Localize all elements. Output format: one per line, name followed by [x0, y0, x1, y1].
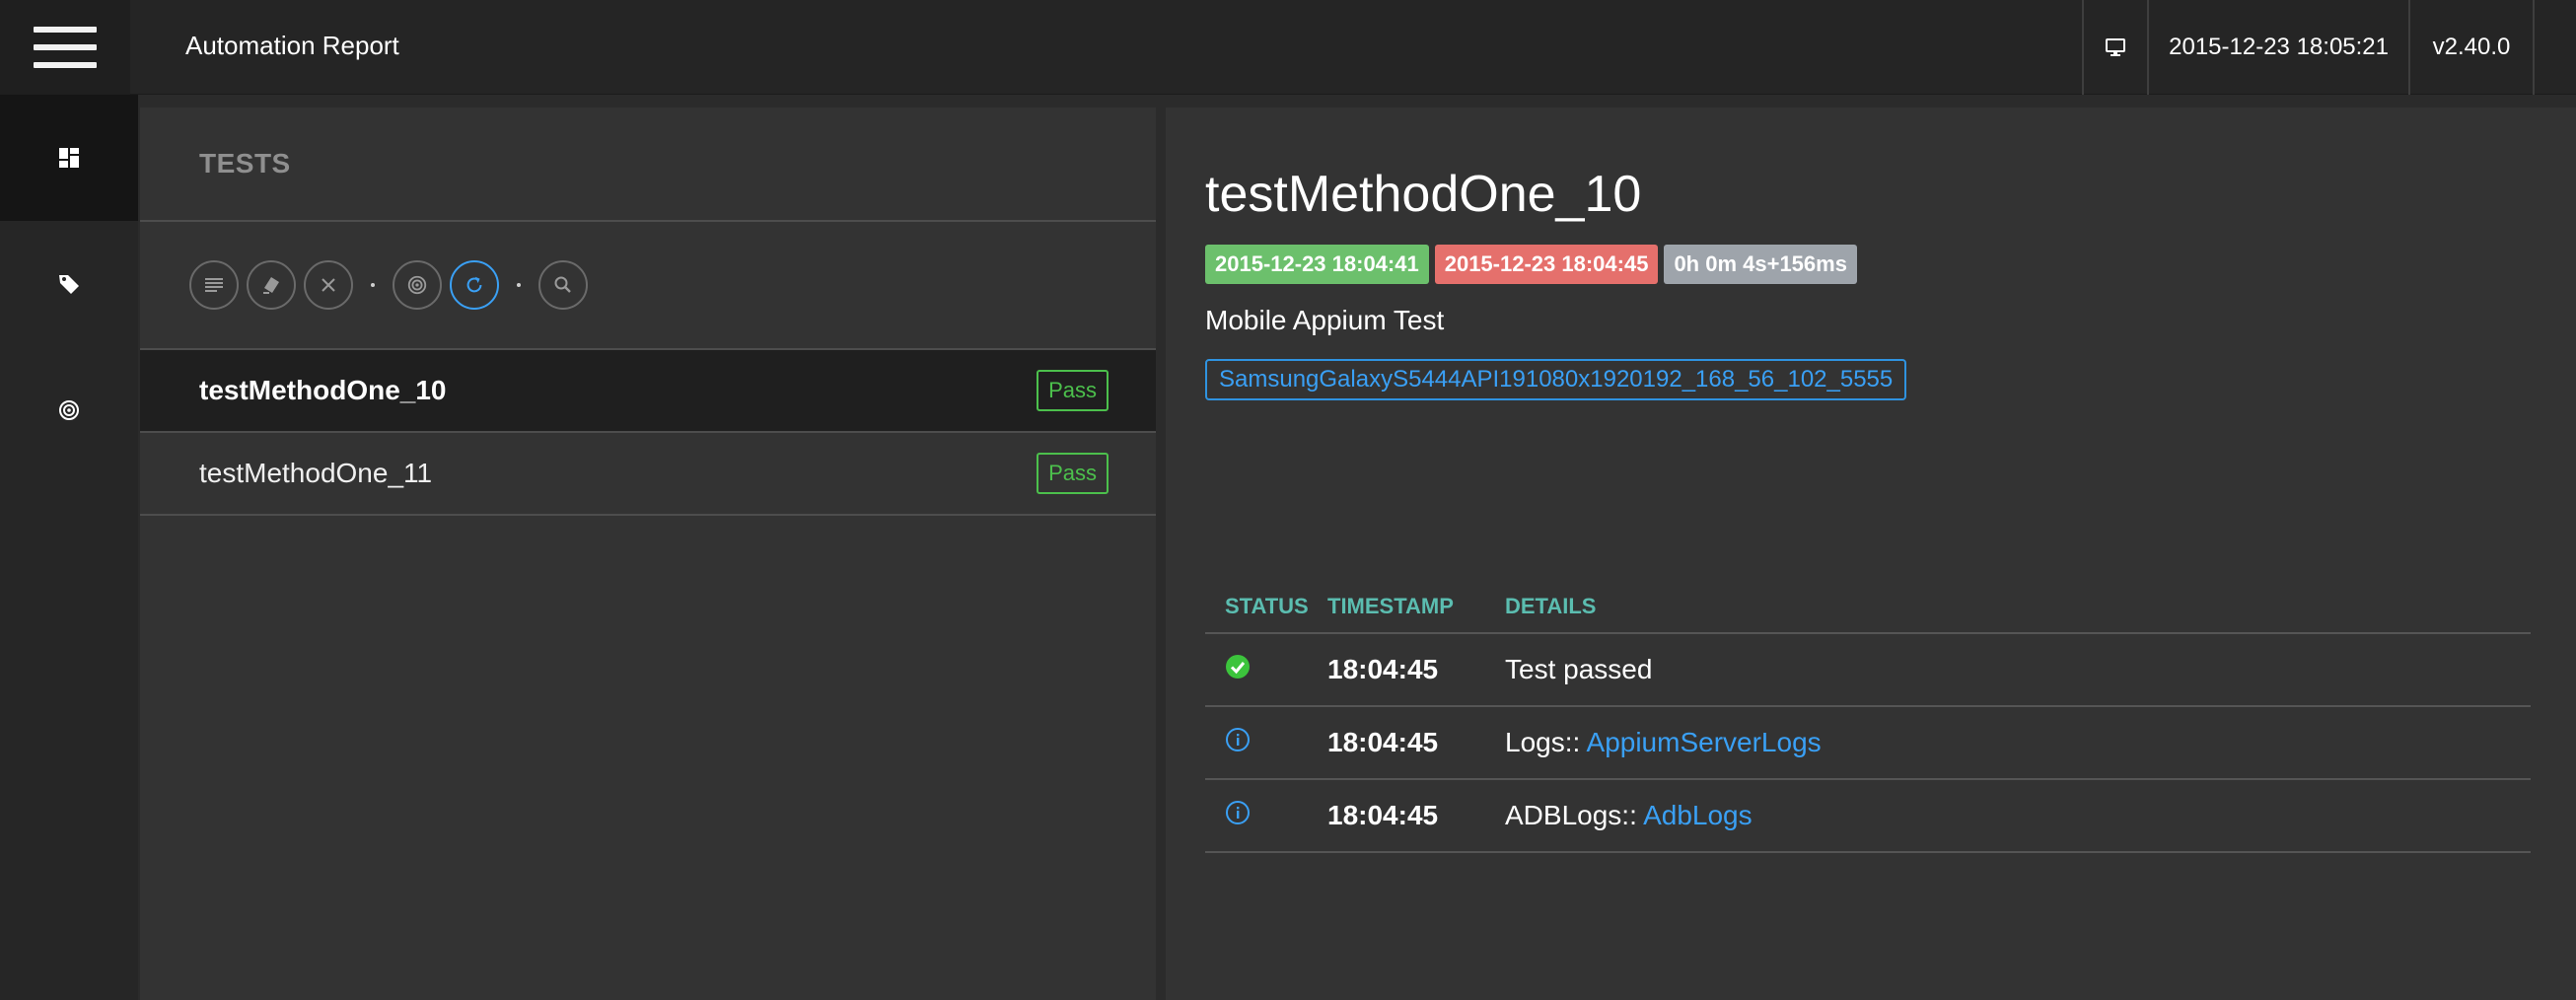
nav-radar[interactable] — [0, 347, 138, 473]
test-row[interactable]: testMethodOne_10 Pass — [140, 350, 1156, 433]
tag-icon — [59, 275, 79, 294]
refresh-icon — [466, 276, 482, 293]
log-details: Test passed — [1505, 654, 2531, 685]
info-icon — [1226, 727, 1250, 751]
start-time-chip: 2015-12-23 18:04:41 — [1205, 245, 1429, 284]
app-title: Automation Report — [185, 31, 399, 60]
tests-heading: TESTS — [140, 107, 1156, 222]
tests-toolbar — [140, 222, 1156, 350]
log-table-header: STATUS TIMESTAMP DETAILS — [1205, 581, 2531, 634]
log-details: ADBLogs:: AdbLogs — [1505, 800, 2531, 831]
list-icon — [205, 278, 223, 292]
nav-dashboard[interactable] — [0, 95, 138, 221]
log-timestamp: 18:04:45 — [1327, 800, 1439, 830]
close-icon — [322, 278, 335, 292]
test-row[interactable]: testMethodOne_11 Pass — [140, 433, 1156, 516]
log-row: 18:04:45 Test passed — [1205, 634, 2531, 707]
list-view-button[interactable] — [189, 260, 239, 310]
column-header-details: DETAILS — [1505, 594, 1597, 618]
radar-filter-button[interactable] — [393, 260, 442, 310]
log-text: ADBLogs:: — [1505, 800, 1644, 830]
duration-chip: 0h 0m 4s+156ms — [1664, 245, 1857, 284]
search-icon — [554, 276, 571, 293]
status-badge: Pass — [1037, 370, 1109, 411]
status-badge: Pass — [1037, 453, 1109, 494]
report-datetime: 2015-12-23 18:05:21 — [2147, 0, 2408, 95]
info-icon — [1226, 800, 1250, 824]
side-nav — [0, 95, 138, 1000]
column-header-status: STATUS — [1225, 594, 1309, 618]
end-time-chip: 2015-12-23 18:04:45 — [1434, 245, 1659, 284]
log-text: Test passed — [1505, 654, 1653, 684]
test-detail-panel: testMethodOne_10 2015-12-23 18:04:41 201… — [1166, 107, 2576, 1000]
tests-panel: TESTS testMethodOne_10 Pass testMethodOn… — [140, 107, 1156, 1000]
monitor-icon[interactable] — [2082, 0, 2147, 95]
eraser-icon — [263, 277, 279, 294]
hamburger-menu-icon[interactable] — [0, 0, 130, 95]
test-name: testMethodOne_10 — [199, 375, 447, 405]
search-button[interactable] — [538, 260, 588, 310]
test-name: testMethodOne_11 — [199, 458, 433, 488]
log-text: Logs:: — [1505, 727, 1587, 757]
test-title: testMethodOne_10 — [1205, 166, 1642, 223]
log-row: 18:04:45 ADBLogs:: AdbLogs — [1205, 780, 2531, 853]
adb-logs-link[interactable]: AdbLogs — [1643, 800, 1753, 830]
log-timestamp: 18:04:45 — [1327, 727, 1439, 757]
column-header-timestamp: TIMESTAMP — [1327, 594, 1454, 618]
clear-filter-button[interactable] — [247, 260, 296, 310]
device-tag[interactable]: SamsungGalaxyS5444API191080x1920192_168_… — [1205, 359, 1907, 400]
radar-icon — [407, 275, 427, 295]
version-label: v2.40.0 — [2408, 0, 2533, 95]
close-filter-button[interactable] — [304, 260, 353, 310]
log-timestamp: 18:04:45 — [1327, 654, 1439, 684]
test-description: Mobile Appium Test — [1205, 305, 1445, 335]
top-bar: Automation Report 2015-12-23 18:05:21 v2… — [0, 0, 2576, 95]
separator-dot — [517, 283, 521, 287]
radar-icon — [59, 400, 79, 420]
refresh-button[interactable] — [450, 260, 499, 310]
log-row: 18:04:45 Logs:: AppiumServerLogs — [1205, 707, 2531, 780]
separator-dot — [371, 283, 375, 287]
log-table: STATUS TIMESTAMP DETAILS 18:04:45 Test p… — [1205, 581, 2531, 853]
log-details: Logs:: AppiumServerLogs — [1505, 727, 2531, 758]
check-circle-icon — [1226, 654, 1250, 679]
nav-tags[interactable] — [0, 221, 138, 347]
dashboard-icon — [59, 148, 79, 168]
time-chips: 2015-12-23 18:04:41 2015-12-23 18:04:45 … — [1205, 245, 1857, 284]
appium-server-logs-link[interactable]: AppiumServerLogs — [1587, 727, 1822, 757]
topbar-spacer — [2533, 0, 2576, 95]
top-right-cluster: 2015-12-23 18:05:21 v2.40.0 — [2082, 0, 2576, 95]
